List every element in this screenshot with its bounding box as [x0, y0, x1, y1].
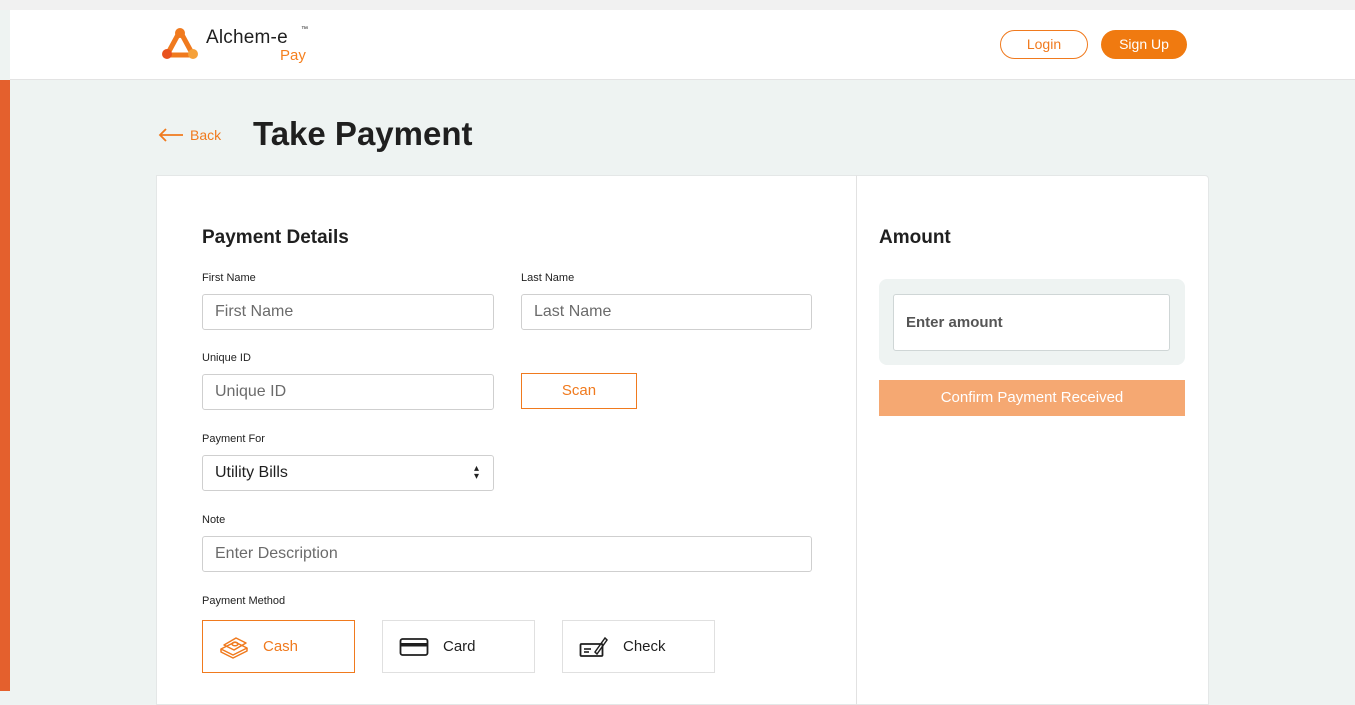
amount-input-wrapper: Enter amount — [879, 279, 1185, 365]
payment-for-select[interactable]: Utility Bills ▴ ▾ — [202, 455, 494, 491]
check-label: Check — [623, 638, 666, 655]
payment-for-label: Payment For — [202, 433, 265, 445]
unique-id-label: Unique ID — [202, 352, 251, 364]
window-top-strip — [0, 0, 1355, 10]
brand-name: Alchem-e — [206, 27, 288, 48]
top-navbar: Alchem-e ™ Pay Login Sign Up — [10, 10, 1355, 80]
back-link[interactable]: Back — [158, 123, 221, 147]
unique-id-input[interactable]: Unique ID — [202, 374, 494, 410]
payment-for-value: Utility Bills — [215, 464, 288, 481]
first-name-label: First Name — [202, 272, 256, 284]
back-label: Back — [190, 127, 222, 143]
payment-method-cash[interactable]: Cash — [202, 620, 355, 673]
scan-button[interactable]: Scan — [521, 373, 637, 409]
brand-logo[interactable]: Alchem-e ™ Pay — [162, 24, 322, 68]
payment-method-label: Payment Method — [202, 595, 286, 607]
login-button[interactable]: Login — [1000, 30, 1088, 59]
confirm-payment-button[interactable]: Confirm Payment Received — [879, 380, 1185, 416]
first-name-input[interactable]: First Name — [202, 294, 494, 330]
note-label: Note — [202, 514, 226, 526]
cash-icon — [219, 635, 249, 659]
payment-details-title: Payment Details — [202, 227, 349, 248]
trademark-mark: ™ — [301, 26, 308, 33]
page-title: Take Payment — [253, 115, 473, 152]
card-label: Card — [443, 638, 476, 655]
last-name-input[interactable]: Last Name — [521, 294, 812, 330]
card-icon — [399, 635, 429, 659]
payment-method-card[interactable]: Card — [382, 620, 535, 673]
signup-button[interactable]: Sign Up — [1101, 30, 1187, 59]
amount-card: Amount Enter amount Confirm Payment Rece… — [857, 175, 1209, 705]
amount-input[interactable]: Enter amount — [893, 294, 1170, 351]
left-accent-bar — [0, 80, 10, 691]
last-name-label: Last Name — [521, 272, 575, 284]
amount-title: Amount — [879, 227, 951, 248]
cash-label: Cash — [263, 638, 299, 655]
check-icon — [579, 635, 609, 659]
select-updown-icon: ▴ ▾ — [473, 463, 479, 482]
payment-details-card: Payment Details First Name First Name La… — [156, 175, 857, 705]
triangle-nodes-icon — [162, 28, 198, 59]
payment-method-check[interactable]: Check — [562, 620, 715, 673]
brand-subname: Pay — [280, 47, 306, 64]
arrow-left-icon — [158, 128, 183, 142]
note-input[interactable]: Enter Description — [202, 536, 812, 572]
